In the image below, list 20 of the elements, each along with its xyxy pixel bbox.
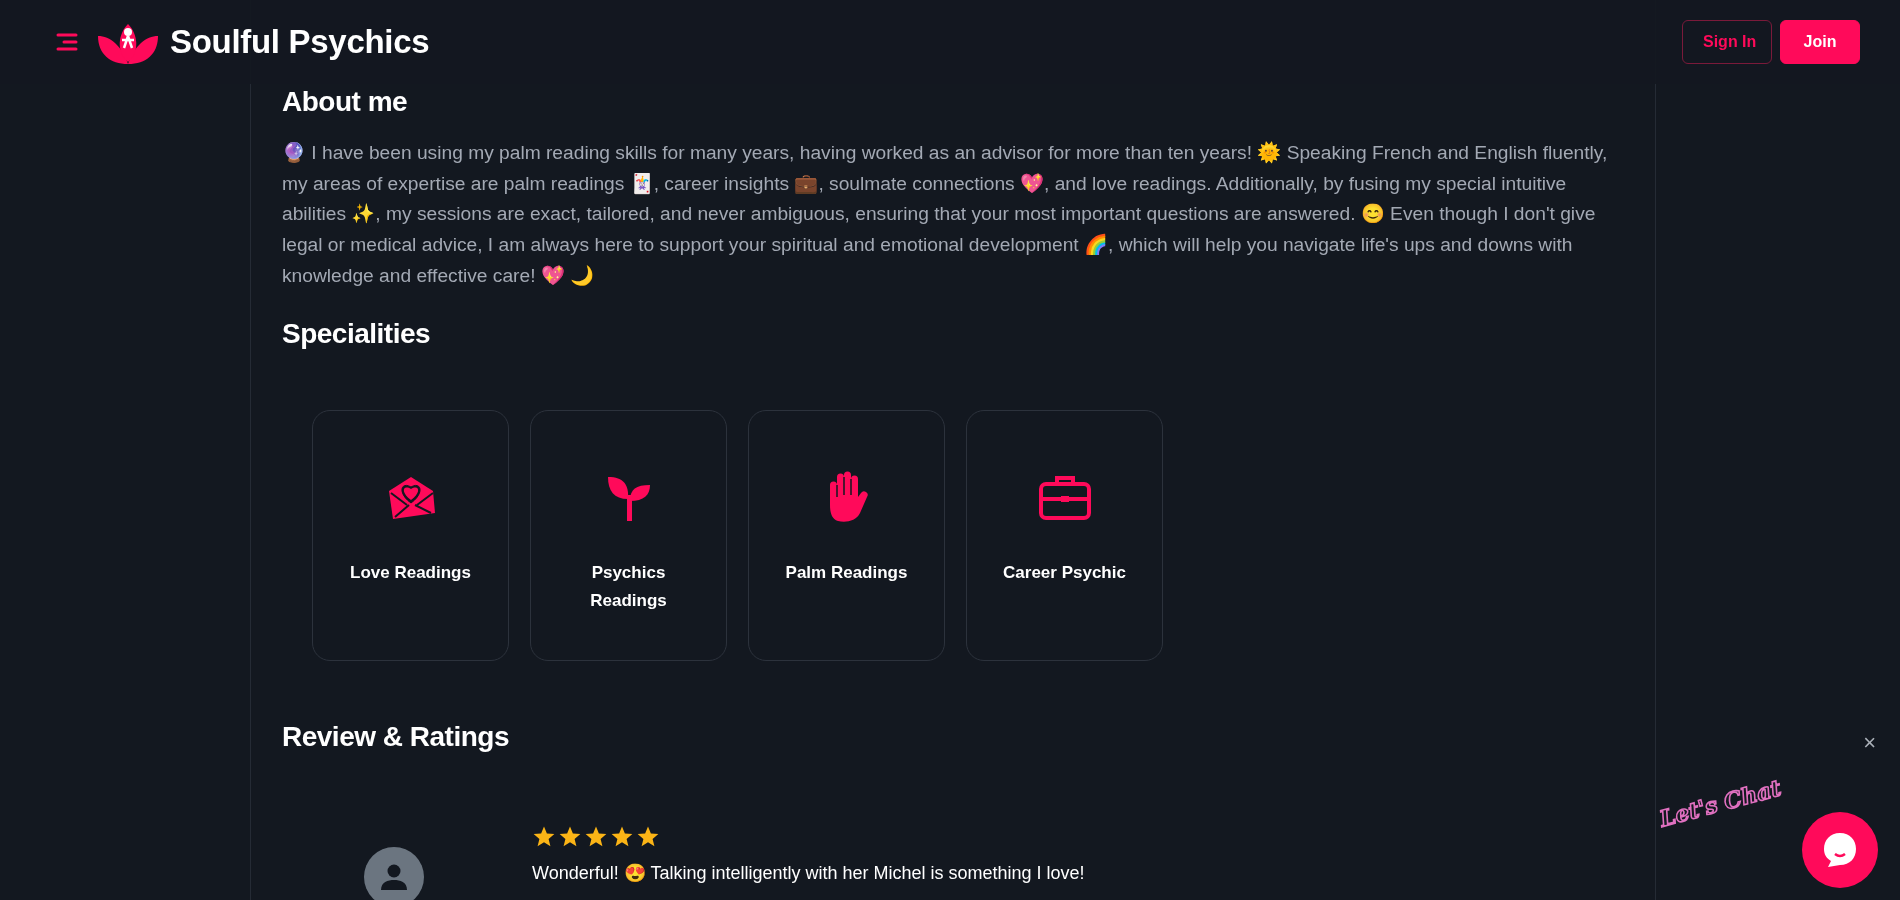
speciality-card[interactable]: Psychics Readings	[530, 409, 727, 661]
sign-in-button[interactable]: Sign In	[1682, 20, 1772, 64]
speciality-card[interactable]: Career Psychic	[966, 409, 1163, 661]
speciality-label: Palm Readings	[784, 561, 909, 584]
menu-icon[interactable]	[56, 32, 78, 52]
speciality-label: Career Psychic	[1002, 561, 1127, 584]
review-text: Wonderful! 😍 Talking intelligently with her Michel is something I love!	[532, 861, 1085, 884]
avatar-icon	[364, 846, 424, 900]
speciality-label: Love Readings	[349, 561, 472, 584]
speciality-label: Psychics Readings	[589, 561, 668, 612]
about-paragraph: 🔮 I have been using my palm reading skills for many years, having worked as an advisor for more than ten years! 🌞 Speaking French and English fluently, my areas of expertise are palm readings 🃏, career insights 💼, soulmate connections 💖, and love readings. Additionally, by fusing my special intuitive abilities ✨, my sessions are exact, tailored, and never ambiguous, ensuring that your most important questions are answered. 😊 Even though I don't give legal or medical advice, I am always here to support your spiritual and emotional development 🌈, which will help you navigate life's ups and downs with knowledge and effective care! 💖 🌙	[282, 140, 1609, 288]
close-button[interactable]: ×	[1863, 732, 1876, 754]
speciality-card[interactable]: Palm Readings	[748, 409, 945, 661]
brand-name[interactable]: Soulful Psychics	[170, 23, 430, 61]
speciality-card[interactable]: Love Readings	[312, 409, 509, 661]
section-heading: About me	[282, 86, 408, 118]
section-heading: Review & Ratings	[282, 720, 509, 753]
lets-chat-label: Let's Chat	[1656, 774, 1784, 832]
section-heading: Specialities	[282, 317, 431, 350]
join-button[interactable]: Join	[1780, 20, 1860, 64]
